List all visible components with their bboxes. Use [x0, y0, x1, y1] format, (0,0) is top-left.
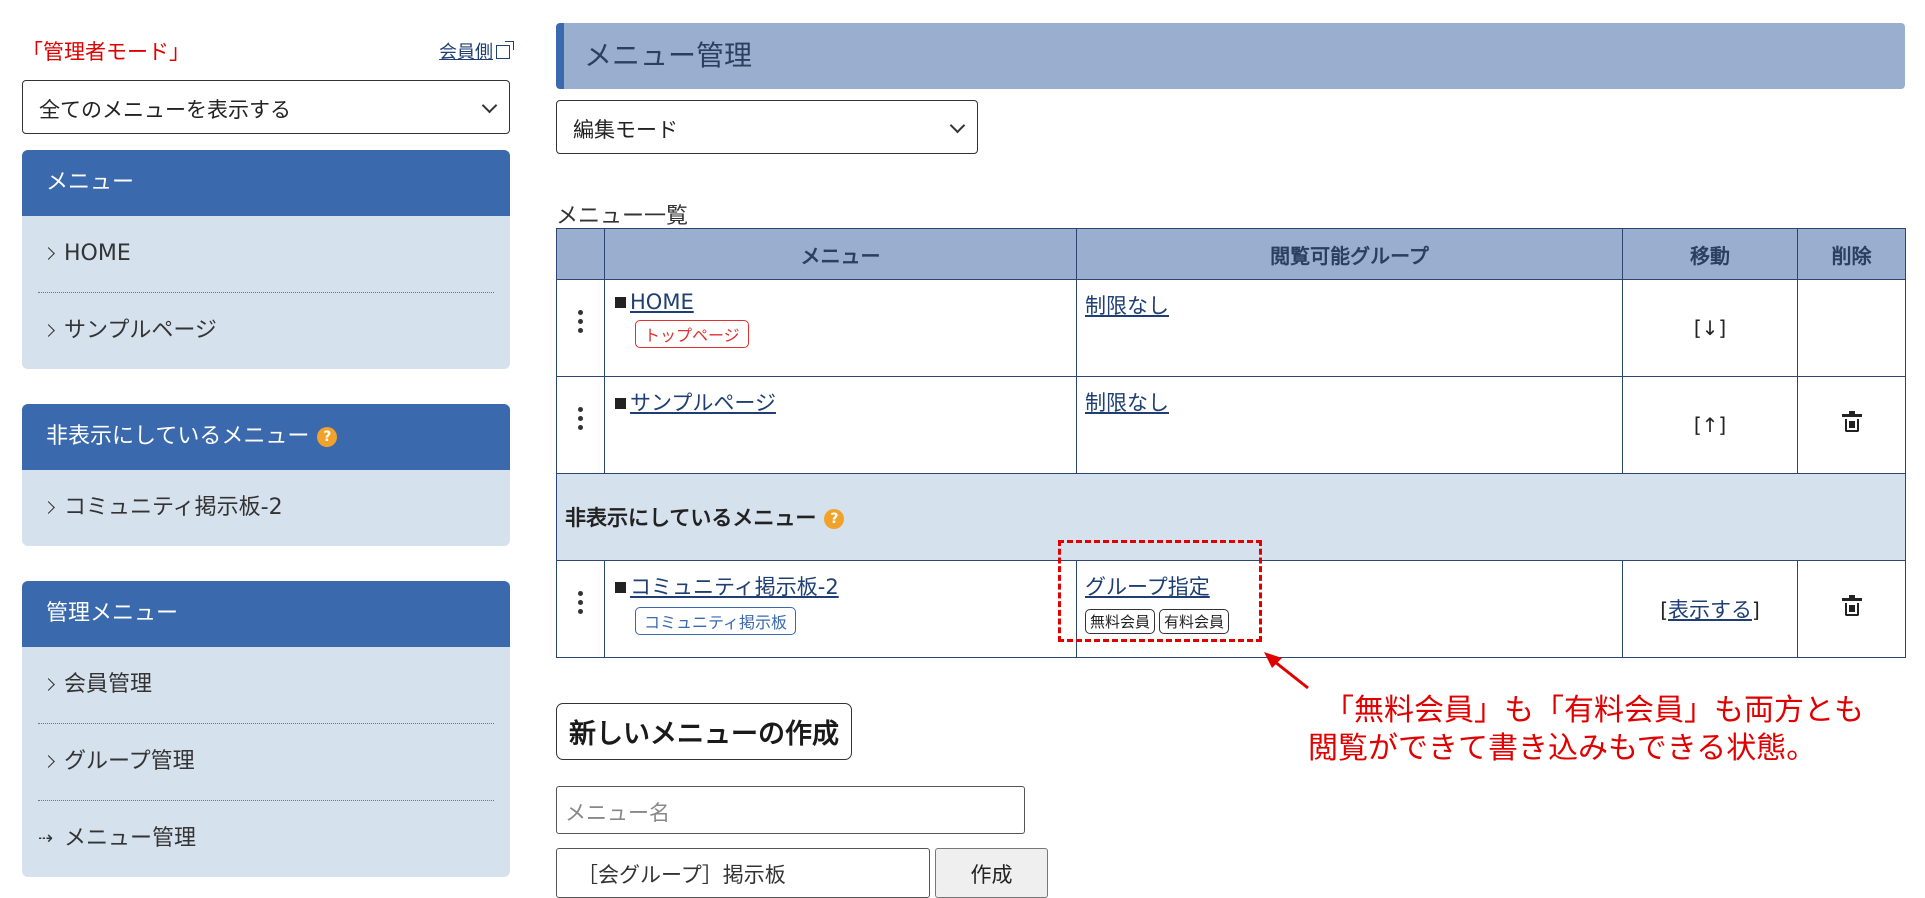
annotation-text: 「無料会員」も「有料会員」も両方とも 閲覧ができて書き込みもできる状態。 [1308, 692, 1864, 768]
admin-mode-label: 「管理者モード」 [22, 40, 190, 64]
menu-link-home[interactable]: HOME [630, 290, 694, 314]
sidebar-item-label: サンプルページ [64, 318, 217, 343]
sidebar-item-home[interactable]: HOME [38, 216, 494, 293]
admin-header: 「管理者モード」 会員側 [22, 24, 514, 64]
delete-cell-empty [1797, 279, 1906, 377]
table-row: サンプルページ 制限なし [↑] [556, 376, 1906, 474]
sidebar-item-label: HOME [64, 241, 131, 266]
hidden-section-label: 非表示にしているメニュー [565, 506, 817, 530]
sidebar-item-label: コミュニティ掲示板-2 [64, 495, 283, 520]
move-up-button[interactable]: [↑] [1622, 376, 1798, 474]
drag-handle-icon [578, 403, 583, 434]
sidebar-item-menu-admin[interactable]: ⇢ メニュー管理 [38, 801, 494, 877]
header-move: 移動 [1622, 228, 1798, 280]
menu-panel-title: メニュー [22, 150, 510, 216]
sidebar: 「管理者モード」 会員側 全てのメニューを表示する メニュー HOME サンプル… [22, 24, 514, 877]
sidebar-item-label: グループ管理 [64, 749, 195, 774]
drag-handle[interactable] [556, 560, 605, 658]
annotation-line-2: 閲覧ができて書き込みもできる状態。 [1308, 731, 1817, 766]
drag-handle-icon [578, 587, 583, 618]
header-handle [556, 228, 605, 280]
show-prefix: [ [1660, 598, 1668, 622]
table-row: HOME トップページ 制限なし [↓] [556, 279, 1906, 377]
chevron-right-icon [42, 247, 55, 260]
sidebar-item-group-admin[interactable]: グループ管理 [38, 724, 494, 801]
menu-name-input[interactable]: メニュー名 [556, 786, 1025, 834]
create-button[interactable]: 作成 [935, 848, 1048, 898]
show-suffix: ] [1752, 598, 1760, 622]
menu-cell: サンプルページ [604, 376, 1077, 474]
menu-link-community-board-2[interactable]: コミュニティ掲示板-2 [630, 575, 839, 599]
delete-cell [1797, 376, 1906, 474]
move-down-button[interactable]: [↓] [1622, 279, 1798, 377]
group-cell: 制限なし [1076, 279, 1623, 377]
mode-select-value: 編集モード [573, 118, 678, 142]
menu-list-label: メニュー一覧 [556, 204, 689, 229]
arrow-right-icon: ⇢ [38, 828, 54, 849]
trash-icon[interactable] [1841, 595, 1862, 616]
header-menu: メニュー [604, 228, 1077, 280]
sidebar-item-label: メニュー管理 [64, 826, 197, 851]
group-cell: 制限なし [1076, 376, 1623, 474]
chevron-right-icon [42, 678, 55, 691]
new-menu-title: 新しいメニューの作成 [556, 703, 852, 760]
chevron-right-icon [42, 324, 55, 337]
sidebar-item-member-admin[interactable]: 会員管理 [38, 647, 494, 724]
member-side-label: 会員側 [439, 42, 493, 63]
header-delete: 削除 [1797, 228, 1906, 280]
drag-handle-icon [578, 306, 583, 337]
menu-cell: HOME トップページ [604, 279, 1077, 377]
annotation-highlight-box [1058, 540, 1262, 642]
menu-link-sample-page[interactable]: サンプルページ [630, 391, 776, 415]
menu-filter-value: 全てのメニューを表示する [39, 98, 291, 122]
page-title: メニュー管理 [556, 23, 1905, 89]
help-icon[interactable]: ? [317, 427, 338, 447]
annotation-line-1: 「無料会員」も「有料会員」も両方とも [1324, 693, 1864, 728]
group-link[interactable]: 制限なし [1085, 391, 1169, 415]
hidden-panel-title-text: 非表示にしているメニュー [46, 424, 310, 449]
admin-menu-panel-title: 管理メニュー [22, 581, 510, 647]
square-bullet-icon [615, 398, 626, 409]
menu-type-select[interactable]: ［会グループ］掲示板 [556, 848, 930, 898]
annotation-arrow-icon [1264, 652, 1309, 690]
menu-filter-select[interactable]: 全てのメニューを表示する [22, 80, 510, 134]
sidebar-item-community-board-2[interactable]: コミュニティ掲示板-2 [38, 470, 494, 546]
square-bullet-icon [615, 582, 626, 593]
chevron-right-icon [42, 755, 55, 768]
community-board-badge: コミュニティ掲示板 [635, 607, 797, 635]
top-page-badge: トップページ [635, 320, 749, 348]
hidden-menu-panel: 非表示にしているメニュー? コミュニティ掲示板-2 [22, 404, 510, 546]
group-link[interactable]: 制限なし [1085, 294, 1169, 318]
chevron-right-icon [42, 501, 55, 514]
admin-menu-panel: 管理メニュー 会員管理 グループ管理 ⇢ メニュー管理 [22, 581, 510, 877]
table-header-row: メニュー 閲覧可能グループ 移動 削除 [556, 228, 1906, 280]
chevron-down-icon [481, 97, 498, 114]
trash-icon[interactable] [1841, 411, 1862, 432]
drag-handle[interactable] [556, 376, 605, 474]
menu-panel: メニュー HOME サンプルページ [22, 150, 510, 369]
delete-cell [1797, 560, 1906, 658]
show-link[interactable]: 表示する [1668, 598, 1752, 622]
member-side-link[interactable]: 会員側 [439, 38, 514, 64]
chevron-down-icon [949, 117, 966, 134]
drag-handle[interactable] [556, 279, 605, 377]
square-bullet-icon [615, 297, 626, 308]
menu-cell: コミュニティ掲示板-2 コミュニティ掲示板 [604, 560, 1077, 658]
sidebar-item-sample-page[interactable]: サンプルページ [38, 293, 494, 369]
move-cell: [表示する] [1622, 560, 1798, 658]
help-icon[interactable]: ? [824, 509, 845, 529]
mode-select[interactable]: 編集モード [556, 100, 978, 154]
header-group: 閲覧可能グループ [1076, 228, 1623, 280]
external-link-icon [496, 41, 514, 59]
hidden-menu-panel-title: 非表示にしているメニュー? [22, 404, 510, 470]
sidebar-item-label: 会員管理 [64, 672, 153, 697]
